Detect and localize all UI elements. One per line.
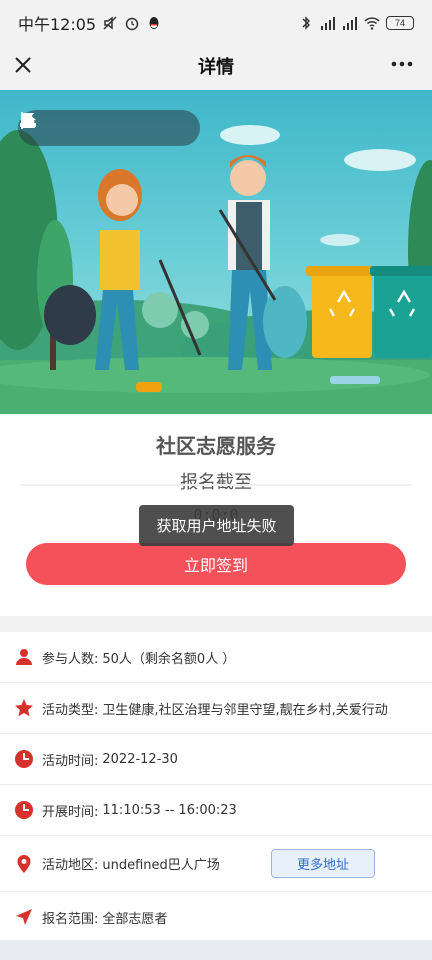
page-title: 详情 [198,57,234,78]
clock-icon [15,750,33,768]
activity-hours-row: 开展时间: 11:10:53 -- 16:00:23 [0,785,432,836]
participants-label: 参与人数: [42,651,99,667]
event-title: 社区志愿服务 [156,434,276,458]
activity-area-row: 活动地区: undefined巴人广场 更多地址 [0,836,432,892]
map-preview [0,940,432,960]
clock-icon [15,801,33,819]
signal-icon [343,17,357,30]
activity-date-label: 活动时间: [42,753,99,769]
wifi-icon [364,17,380,30]
mute-icon [103,16,117,30]
star-icon [15,699,33,717]
user-icon [16,649,32,665]
activity-type-label: 活动类型: [42,702,99,718]
activity-type-row: 活动类型: 卫生健康,社区治理与邻里守望,靓在乡村,关爱行动 [0,683,432,734]
close-icon[interactable] [12,54,34,76]
more-options-icon[interactable] [390,58,414,70]
qq-icon [149,17,159,29]
participants-value: 50人（剩余名额0人 ） [102,651,236,667]
bluetooth-icon [302,16,310,30]
navigation-arrow-icon [16,909,32,925]
clock: 中午12:05 [18,15,97,34]
activity-hours-value: 11:10:53 -- 16:00:23 [102,802,237,818]
activity-area-label: 活动地区: [42,858,99,873]
hero-banner-image [0,90,432,414]
participants-row: 参与人数: 50人（剩余名额0人 ） [0,632,432,683]
activity-hours-label: 开展时间: [42,804,99,820]
quick-nav-bar [18,110,200,146]
signup-scope-row: 报名范围: 全部志愿者 [0,892,432,943]
activity-date-value: 2022-12-30 [102,751,178,767]
activity-date-row: 活动时间: 2022-12-30 [0,734,432,785]
signal-icon [321,17,335,30]
check-in-button[interactable]: 立即签到 [26,543,406,585]
battery-indicator: 74 [386,16,414,30]
location-pin-icon [17,854,31,873]
flag-icon[interactable] [18,110,38,130]
activity-type-value: 卫生健康,社区治理与邻里守望,靓在乡村,关爱行动 [102,702,388,718]
signup-scope-label: 报名范围: [42,911,99,927]
activity-area-value: undefined巴人广场 [102,858,220,873]
deadline-label: 报名截至 [180,472,252,493]
title-bar: 详情 [0,46,432,86]
more-addresses-button[interactable]: 更多地址 [271,849,375,878]
status-bar: 中午12:05 74 [0,0,432,46]
event-details-list: 参与人数: 50人（剩余名额0人 ） 活动类型: 卫生健康,社区治理与邻里守望,… [0,632,432,943]
signup-scope-value: 全部志愿者 [102,911,168,927]
error-toast: 获取用户地址失败 [139,505,294,546]
divider [20,484,412,486]
alarm-icon [125,17,139,31]
